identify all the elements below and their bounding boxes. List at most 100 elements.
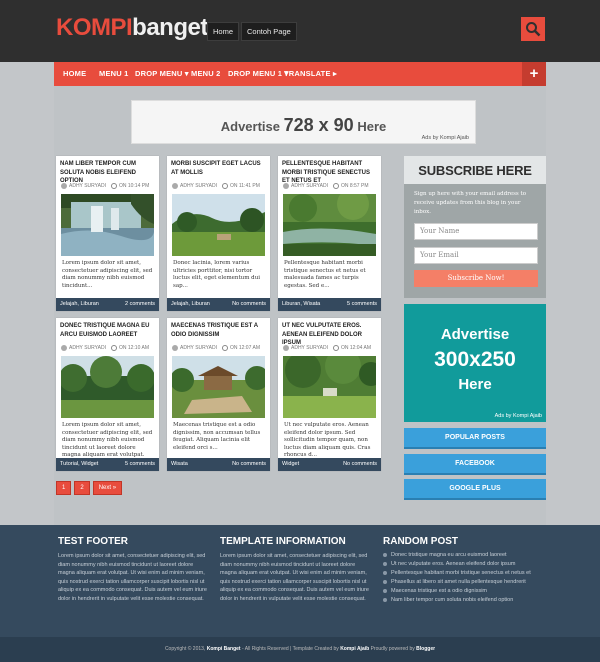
page-2-button[interactable]: 2 [74,481,90,495]
pagination: 1 2 Next » [56,481,125,495]
post-author[interactable]: ADHY SURYADI [180,183,217,189]
clock-icon [110,183,117,189]
post-comments[interactable]: 5 comments [347,298,377,311]
post-title[interactable]: MAECENAS TRISTIQUE EST A ODIO DIGNISSIM [171,322,266,339]
nav-translate[interactable]: TRANSLATE ▸ [284,62,337,86]
nav-drop-menu[interactable]: DROP MENU ▾ [135,62,189,86]
post-time: ON 8:57 PM [340,183,369,189]
post-meta: ADHY SURYADI ON 8:57 PM [283,183,368,189]
search-button[interactable] [521,17,545,41]
subscribe-button[interactable]: Subscribe Now! [414,270,538,287]
list-item[interactable]: Maecenas tristique est a odio dignissim [383,588,548,595]
list-item[interactable]: Phasellus at libero sit amet nulla pelle… [383,579,548,586]
post-author[interactable]: ADHY SURYADI [69,345,106,351]
nav-menu-2[interactable]: MENU 2 [191,62,221,86]
post-author[interactable]: ADHY SURYADI [291,345,328,351]
copyright-powered: Proudly powered by [370,646,415,652]
ad-banner-size: 728 x 90 [283,115,354,135]
post-thumbnail-hut[interactable] [172,356,265,418]
post-labels[interactable]: Liburan, Wisata [282,298,320,311]
post-card[interactable]: NAM LIBER TEMPOR CUM SOLUTA NOBIS ELEIFE… [56,156,159,311]
copyright-bar: Copyright © 2013, Kompi Banget - All Rig… [0,637,600,662]
post-thumbnail-meadow[interactable] [172,194,265,256]
email-field[interactable]: Your Email [414,247,538,264]
post-footer: Widget No comments [278,458,381,471]
post-author[interactable]: ADHY SURYADI [69,183,106,189]
list-item[interactable]: Pellentesque habitant morbi tristique se… [383,570,548,577]
post-thumbnail-river[interactable] [283,194,376,256]
footer-col-text: Lorem ipsum dolor sit amet, consectetuer… [220,553,369,602]
post-title[interactable]: MORBI SUSCIPIT EGET LACUS AT MOLLIS [171,160,266,177]
post-labels[interactable]: Jelajah, Liburan [60,298,99,311]
page-1-button[interactable]: 1 [56,481,72,495]
post-labels[interactable]: Jelajah, Liburan [171,298,210,311]
nav-home[interactable]: HOME [63,62,86,86]
author-icon [283,345,289,351]
post-comments[interactable]: No comments [343,458,377,471]
ad-box-300x250[interactable]: Advertise 300x250 Here Ads by Kompi Ajai… [404,304,546,422]
post-meta: ADHY SURYADI ON 10:14 PM [61,183,149,189]
copyright-author-link[interactable]: Kompi Ajaib [340,646,369,652]
post-author[interactable]: ADHY SURYADI [180,345,217,351]
nav-menu-1[interactable]: MENU 1 [99,62,129,86]
random-post-list: Donec tristique magna eu arcu euismod la… [383,552,548,606]
post-snippet: Maecenas tristique est a odio dignissim,… [173,422,261,451]
name-field[interactable]: Your Name [414,223,538,240]
author-icon [61,345,67,351]
popular-posts-button[interactable]: POPULAR POSTS [404,428,546,449]
post-title[interactable]: PELLENTESQUE HABITANT MORBI TRISTIQUE SE… [282,160,377,186]
facebook-button[interactable]: FACEBOOK [404,454,546,475]
list-item[interactable]: Ut nec vulputate eros. Aenean eleifend d… [383,561,548,568]
post-card[interactable]: PELLENTESQUE HABITANT MORBI TRISTIQUE SE… [278,156,381,311]
nav-plus-button[interactable]: + [522,62,546,86]
post-snippet: Lorem ipsum dolor sit amet, consectetuer… [62,260,153,289]
post-comments[interactable]: 2 comments [125,298,155,311]
post-snippet: Donec lacinia, lorem varius ultricies po… [173,260,260,289]
search-icon [526,22,541,37]
clock-icon [221,345,228,351]
top-link-contoh-page[interactable]: Contoh Page [241,22,297,41]
clock-icon [332,183,339,189]
next-page-button[interactable]: Next » [92,481,123,495]
ad-banner-728[interactable]: Advertise 728 x 90 Here Ads by Kompi Aja… [131,100,476,144]
post-comments[interactable]: 5 comments [125,458,155,471]
post-thumbnail-garden[interactable] [283,356,376,418]
post-meta: ADHY SURYADI ON 12:04 AM [283,345,371,351]
ad-banner-word: Advertise [220,119,280,134]
author-icon [172,183,178,189]
post-meta: ADHY SURYADI ON 12:10 AM [61,345,149,351]
ad-banner-text: Advertise 728 x 90 Here [132,115,475,136]
ad-box-by: Ads by Kompi Ajaib [494,413,542,419]
post-comments[interactable]: No comments [232,458,266,471]
post-labels[interactable]: Widget [282,458,299,471]
site-logo[interactable]: KOMPIbanget [56,14,208,42]
copyright-pre: Copyright © 2013, [164,646,206,652]
post-card[interactable]: UT NEC VULPUTATE EROS. AENEAN ELEIFEND D… [278,318,381,471]
post-time: ON 11:41 PM [229,183,260,189]
ad-box-line1: Advertise [440,326,510,343]
list-item[interactable]: Donec tristique magna eu arcu euismod la… [383,552,548,559]
ad-banner-here: Here [357,119,387,134]
top-link-home[interactable]: Home [207,22,240,41]
post-labels[interactable]: Wisata [171,458,188,471]
post-card[interactable]: DONEC TRISTIQUE MAGNA EU ARCU EUISMOD LA… [56,318,159,471]
ad-box-line2: 300x250 [434,348,516,371]
post-title[interactable]: DONEC TRISTIQUE MAGNA EU ARCU EUISMOD LA… [60,322,155,339]
google-plus-button[interactable]: GOOGLE PLUS [404,479,546,500]
post-card[interactable]: MORBI SUSCIPIT EGET LACUS AT MOLLIS ADHY… [167,156,270,311]
post-labels[interactable]: Tutorial, Widget [60,458,98,471]
post-thumbnail-forest[interactable] [61,356,154,418]
post-footer: Jelajah, Liburan No comments [167,298,270,311]
nav-drop-menu-1[interactable]: DROP MENU 1 ▾ [228,62,288,86]
post-thumbnail-waterfall[interactable] [61,194,154,256]
top-header: KOMPIbanget Home Contoh Page [0,0,600,62]
copyright-site-link[interactable]: Kompi Banget [207,646,241,652]
copyright-platform-link[interactable]: Blogger [416,646,435,652]
post-footer: Tutorial, Widget 5 comments [56,458,159,471]
post-title[interactable]: UT NEC VULPUTATE EROS. AENEAN ELEIFEND D… [282,322,377,348]
post-author[interactable]: ADHY SURYADI [291,183,328,189]
list-item[interactable]: Nam liber tempor cum soluta nobis eleife… [383,597,548,604]
post-comments[interactable]: No comments [232,298,266,311]
post-title[interactable]: NAM LIBER TEMPOR CUM SOLUTA NOBIS ELEIFE… [60,160,155,186]
post-card[interactable]: MAECENAS TRISTIQUE EST A ODIO DIGNISSIM … [167,318,270,471]
